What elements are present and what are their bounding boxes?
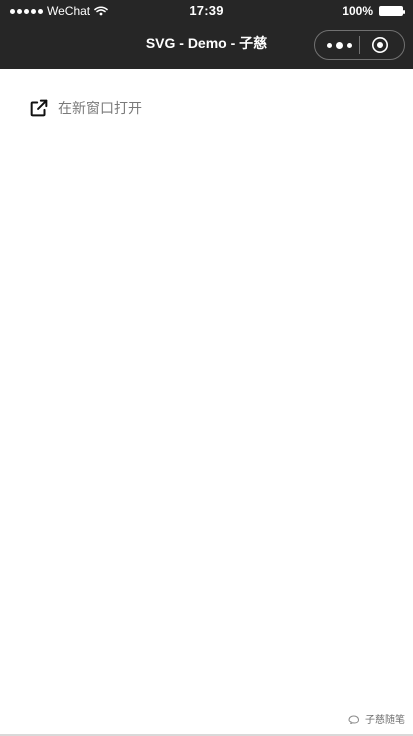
capsule-divider bbox=[359, 36, 360, 54]
wechat-watermark-icon bbox=[347, 714, 361, 725]
status-bar: WeChat 17:39 100% bbox=[0, 0, 413, 22]
top-bar: WeChat 17:39 100% SVG - Demo - 子慈 bbox=[0, 0, 413, 69]
navigation-bar: SVG - Demo - 子慈 bbox=[0, 22, 413, 69]
miniprogram-capsule bbox=[314, 30, 405, 60]
battery-icon bbox=[379, 6, 405, 16]
open-in-new-window-label: 在新窗口打开 bbox=[58, 100, 142, 116]
open-in-new-icon bbox=[30, 99, 48, 117]
watermark-text: 子慈随笔 bbox=[365, 715, 405, 726]
close-miniprogram-button[interactable] bbox=[366, 30, 394, 60]
target-icon bbox=[372, 37, 388, 53]
watermark: 子慈随笔 bbox=[347, 711, 405, 726]
open-in-new-window-link[interactable]: 在新窗口打开 bbox=[28, 97, 142, 119]
status-right: 100% bbox=[342, 0, 405, 22]
more-menu-button[interactable] bbox=[325, 30, 353, 60]
battery-percentage: 100% bbox=[342, 4, 373, 18]
